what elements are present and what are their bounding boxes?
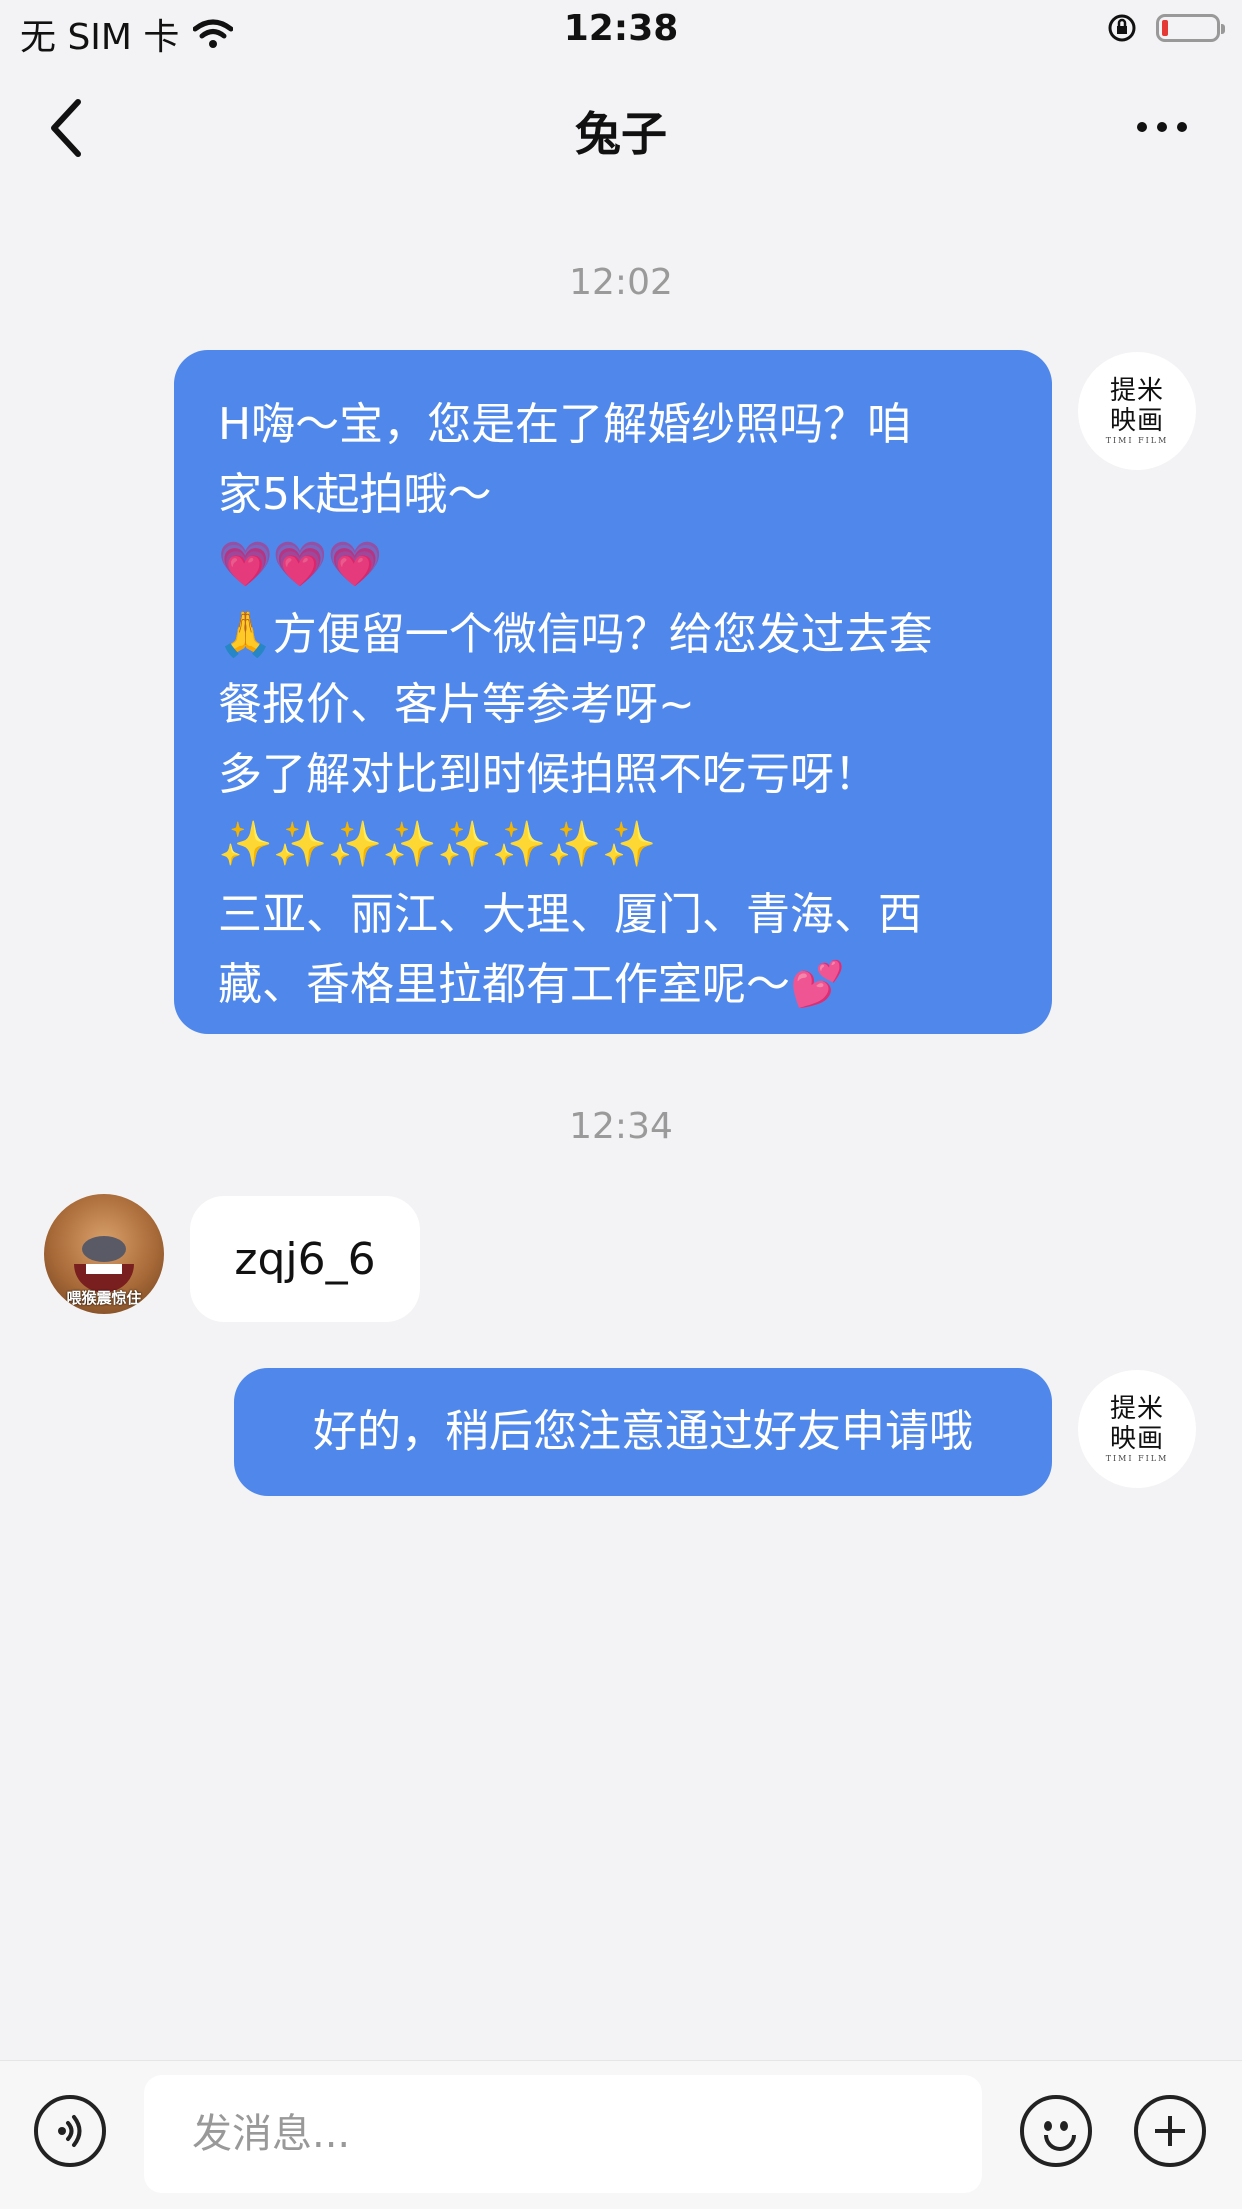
- message-composer: [0, 2060, 1242, 2209]
- brand-logo-subtext: TIMI FILM: [1105, 436, 1169, 445]
- user-avatar[interactable]: 喂猴震惊住: [44, 1194, 164, 1314]
- brand-logo-text: 提米: [1109, 1394, 1164, 1424]
- message-timestamp: 12:02: [569, 262, 673, 303]
- nav-bar: 兔子: [0, 62, 1242, 192]
- outgoing-message-bubble[interactable]: 好的，稍后您注意通过好友申请哦: [234, 1368, 1052, 1496]
- incoming-message-bubble[interactable]: zqj6_6: [190, 1196, 420, 1322]
- rotation-lock-icon: [1108, 14, 1136, 42]
- emoji-icon-smile: [1044, 2135, 1076, 2151]
- message-line: 💗💗💗: [218, 539, 383, 590]
- voice-button[interactable]: [34, 2095, 106, 2167]
- status-right: [1106, 12, 1225, 44]
- outgoing-message-bubble[interactable]: H嗨～宝，您是在了解婚纱照吗？咱 家5k起拍哦～ 💗💗💗 🙏方便留一个微信吗？给…: [174, 350, 1052, 1034]
- message-line: 多了解对比到时候拍照不吃亏呀！: [218, 749, 878, 800]
- message-line: 家5k起拍哦～: [218, 469, 492, 520]
- brand-logo-subtext: TIMI FILM: [1105, 1454, 1169, 1463]
- message-line: ✨✨✨✨✨✨✨✨: [218, 819, 657, 870]
- brand-logo-text: 提米: [1109, 376, 1164, 406]
- battery-icon: [1156, 14, 1225, 42]
- message-line: 藏、香格里拉都有工作室呢～💕: [218, 959, 845, 1010]
- add-button[interactable]: [1134, 2095, 1206, 2167]
- status-time: 12:38: [563, 8, 679, 49]
- message-timestamp: 12:34: [569, 1106, 673, 1147]
- emoji-icon-eye: [1060, 2121, 1068, 2131]
- brand-logo-text: 映画: [1109, 1424, 1164, 1454]
- message-line: 三亚、丽江、大理、厦门、青海、西: [218, 889, 922, 940]
- brand-avatar[interactable]: 提米 映画 TIMI FILM: [1078, 1370, 1196, 1488]
- chat-title: 兔子: [575, 107, 667, 161]
- message-text: zqj6_6: [234, 1233, 376, 1285]
- brand-avatar[interactable]: 提米 映画 TIMI FILM: [1078, 352, 1196, 470]
- message-line: 餐报价、客片等参考呀~: [218, 679, 695, 730]
- message-line: 🙏方便留一个微信吗？给您发过去套: [218, 609, 933, 660]
- avatar-caption: 喂猴震惊住: [66, 1289, 142, 1307]
- emoji-icon: [1044, 2121, 1052, 2131]
- emoji-button[interactable]: [1020, 2095, 1092, 2167]
- more-button[interactable]: [1132, 112, 1192, 142]
- message-input[interactable]: [144, 2075, 982, 2193]
- more-icon: [1137, 122, 1187, 132]
- brand-logo-text: 映画: [1109, 406, 1164, 436]
- status-bar: 无 SIM 卡 12:38: [0, 0, 1242, 62]
- voice-icon: [58, 2115, 82, 2147]
- message-text: 好的，稍后您注意通过好友申请哦: [313, 1406, 973, 1457]
- message-line: H嗨～宝，您是在了解婚纱照吗？咱: [218, 399, 912, 450]
